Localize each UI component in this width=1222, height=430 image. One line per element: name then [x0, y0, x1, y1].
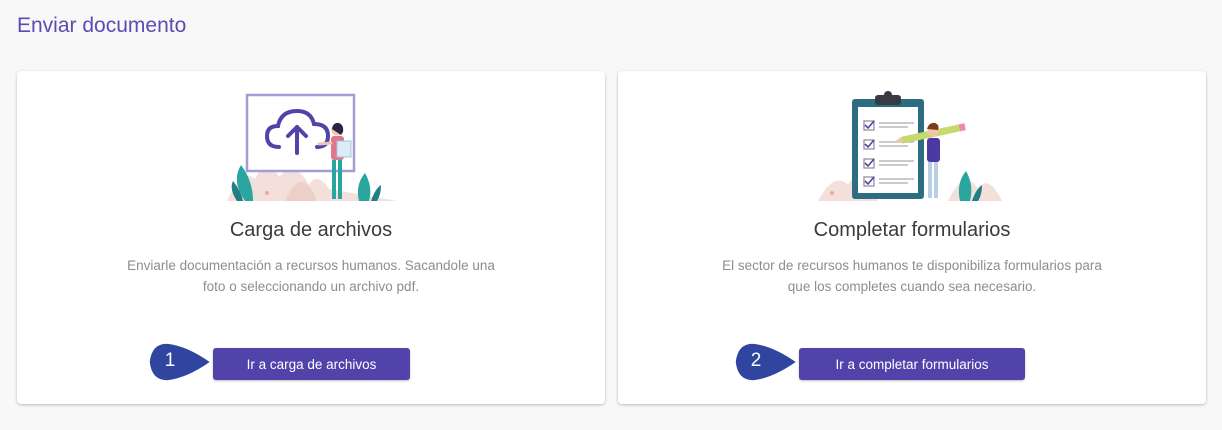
card-title: Carga de archivos: [229, 219, 393, 241]
page-title: Enviar documento: [17, 14, 187, 37]
complete-forms-card: Completar formularios El sector de recur…: [618, 71, 1206, 404]
complete-forms-button[interactable]: Ir a completar formularios: [799, 348, 1025, 380]
forms-illustration: [818, 91, 1002, 201]
upload-files-button[interactable]: Ir a carga de archivos: [213, 348, 410, 380]
step-marker: [148, 342, 213, 382]
upload-files-card: Carga de archivos Enviarle documentación…: [17, 71, 605, 404]
card-description: El sector de recursos humanos te disponi…: [722, 258, 1102, 294]
step-marker: [734, 342, 799, 382]
clipboard-checklist-icon: [852, 91, 924, 199]
card-description: Enviarle documentación a recursos humano…: [127, 258, 495, 294]
card-title: Completar formularios: [813, 219, 1011, 241]
upload-illustration: [227, 93, 397, 201]
